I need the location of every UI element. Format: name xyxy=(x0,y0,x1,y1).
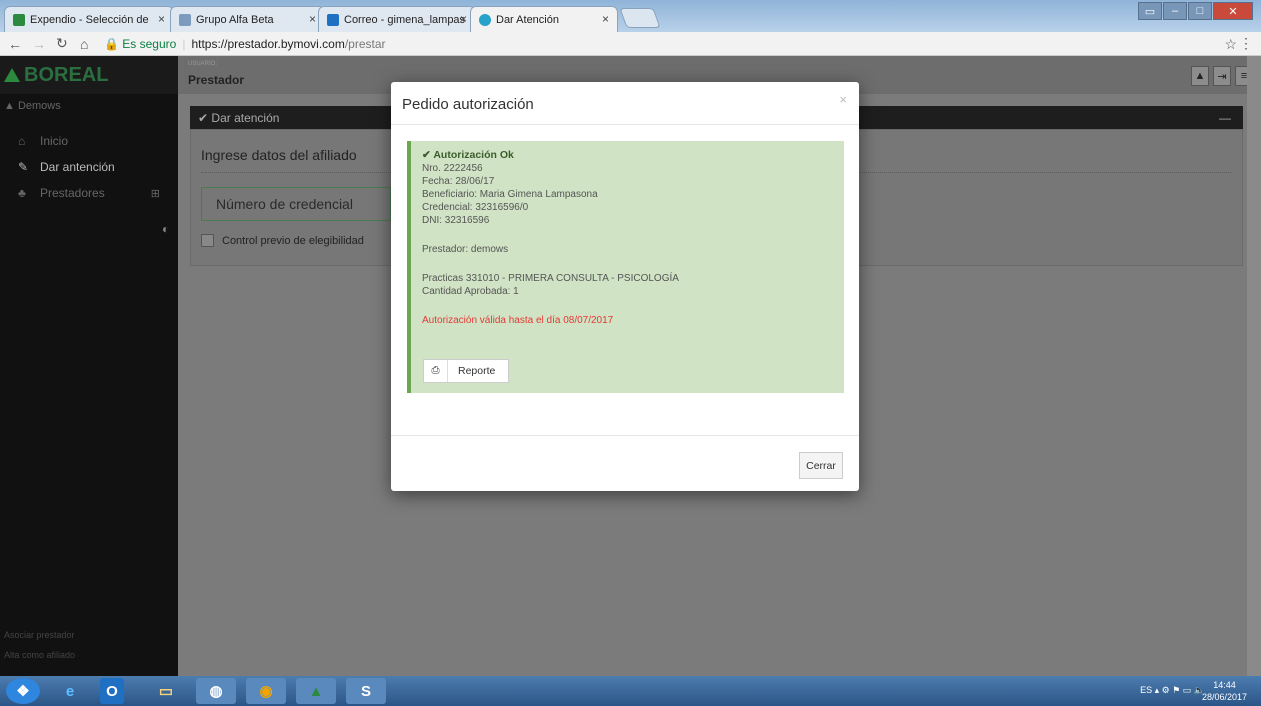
cantidad: Cantidad Aprobada: 1 xyxy=(422,286,519,297)
sidebar-item-dar-atencion[interactable]: ✎ Dar antención xyxy=(0,154,178,180)
report-button[interactable]: ⎙ Reporte xyxy=(423,359,509,383)
practicas: Practicas 331010 - PRIMERA CONSULTA - PS… xyxy=(422,273,679,284)
address-bar: ← → ↻ ⌂ 🔒 Es seguro | https://prestador.… xyxy=(0,32,1261,56)
close-tab-icon[interactable]: × xyxy=(460,12,467,26)
skype-icon[interactable]: S xyxy=(346,678,386,704)
browser-tab[interactable]: Expendio - Selección de × xyxy=(4,6,174,32)
user-icon: ▲ xyxy=(4,100,15,112)
authorization-modal: Pedido autorización × ✔ Autorización Ok … xyxy=(391,82,859,491)
forward-icon[interactable]: → xyxy=(32,36,48,52)
sidebar-item-prestadores[interactable]: ♣ Prestadores ⊞ xyxy=(0,180,178,206)
clock[interactable]: 14:44 28/06/2017 xyxy=(1202,679,1247,703)
profile-icon[interactable]: ▲ xyxy=(1191,66,1209,86)
folder-icon[interactable]: ▭ xyxy=(146,678,186,704)
home-icon[interactable]: ⌂ xyxy=(80,36,96,52)
minimize-icon[interactable]: – xyxy=(1163,2,1187,20)
page-scrollbar[interactable] xyxy=(1247,56,1261,676)
panel-title: Ingrese datos del afiliado xyxy=(201,147,357,163)
new-tab-button[interactable] xyxy=(619,8,661,28)
logout-icon[interactable]: ⇥ xyxy=(1213,66,1231,86)
dni: DNI: 32316596 xyxy=(422,215,490,226)
modal-footer xyxy=(391,435,859,436)
sidebar-footer-link[interactable]: Asociar prestador xyxy=(4,630,75,640)
browser-tab-active[interactable]: Dar Atención × xyxy=(470,6,618,32)
chrome-icon[interactable]: ◉ xyxy=(246,678,286,704)
prestador: Prestador: demows xyxy=(422,244,509,255)
auth-number: Nro. 2222456 xyxy=(422,163,483,174)
close-button[interactable]: Cerrar xyxy=(799,452,843,479)
sidebar-user: ▲ Demows xyxy=(4,100,61,112)
credential: Credencial: 32316596/0 xyxy=(422,202,529,213)
close-tab-icon[interactable]: × xyxy=(309,12,316,26)
outlook-favicon-icon xyxy=(327,13,339,26)
bookmark-star-icon[interactable]: ☆ xyxy=(1224,36,1237,53)
window-controls: ▭ – □ ✕ xyxy=(1137,2,1253,20)
sidebar: BOREAL ▲ Demows ⌂ Inicio ✎ Dar antención… xyxy=(0,56,178,676)
minimize-panel-icon[interactable]: — xyxy=(1219,111,1231,125)
system-tray[interactable]: ES ▴ ⚙ ⚑ ▭ 🔈 xyxy=(1140,685,1205,696)
reload-icon[interactable]: ↻ xyxy=(56,35,72,52)
checkbox-box[interactable] xyxy=(201,234,214,247)
sidebar-item-inicio[interactable]: ⌂ Inicio xyxy=(0,128,178,154)
back-icon[interactable]: ← xyxy=(8,36,24,52)
edit-icon: ✎ xyxy=(18,160,29,174)
eligibility-checkbox[interactable]: Control previo de elegibilidad xyxy=(201,234,364,247)
users-icon: ♣ xyxy=(18,186,26,200)
thunderbird-icon[interactable]: ◍ xyxy=(196,678,236,704)
start-icon[interactable]: ❖ xyxy=(6,678,40,704)
auth-date: Fecha: 28/06/17 xyxy=(422,176,495,187)
url-field[interactable]: https://prestador.bymovi.com/prestar xyxy=(191,37,385,51)
boreal-app-icon[interactable]: ▲ xyxy=(296,678,336,704)
close-tab-icon[interactable]: × xyxy=(158,12,165,26)
credential-input[interactable]: Número de credencial xyxy=(201,187,391,221)
boreal-favicon-icon xyxy=(13,13,25,26)
browser-tab-bar: Expendio - Selección de × Grupo Alfa Bet… xyxy=(0,0,1261,32)
print-icon: ⎙ xyxy=(424,360,448,382)
sidebar-footer-link[interactable]: Alta como afiliado xyxy=(4,650,75,660)
close-window-icon[interactable]: ✕ xyxy=(1213,2,1253,20)
success-alert: ✔ Autorización Ok Nro. 2222456 Fecha: 28… xyxy=(407,141,844,393)
divider: | xyxy=(182,36,186,51)
beneficiary: Beneficiario: Maria Gimena Lampasona xyxy=(422,189,598,200)
close-tab-icon[interactable]: × xyxy=(602,12,609,26)
app-favicon-icon xyxy=(479,13,491,26)
taskbar: ❖ e O ▭ ◍ ◉ ▲ S ES ▴ ⚙ ⚑ ▭ 🔈 14:44 28/06… xyxy=(0,676,1261,706)
restore-icon[interactable]: ▭ xyxy=(1138,2,1162,20)
group-favicon-icon xyxy=(179,13,191,26)
expand-icon[interactable]: ⊞ xyxy=(151,187,160,200)
secure-indicator[interactable]: 🔒 Es seguro xyxy=(104,37,176,51)
status-line: ✔ Autorización Ok xyxy=(422,149,514,161)
logo[interactable]: BOREAL xyxy=(0,56,178,94)
tree-logo-icon xyxy=(4,68,20,82)
modal-header: Pedido autorización × xyxy=(391,82,859,125)
close-icon[interactable]: × xyxy=(839,92,847,107)
check-icon: ✔ xyxy=(198,110,209,125)
maximize-icon[interactable]: □ xyxy=(1188,2,1212,20)
outlook-icon[interactable]: O xyxy=(100,678,124,704)
menu-kebab-icon[interactable]: ⋮ xyxy=(1239,35,1253,52)
validity-note: Autorización válida hasta el día 08/07/2… xyxy=(422,315,614,326)
browser-tab[interactable]: Correo - gimena_lampas × xyxy=(318,6,476,32)
modal-title: Pedido autorización xyxy=(402,96,534,113)
user-name: Prestador xyxy=(188,73,245,87)
home-icon: ⌂ xyxy=(18,134,26,148)
browser-tab[interactable]: Grupo Alfa Beta × xyxy=(170,6,325,32)
ie-icon[interactable]: e xyxy=(50,678,90,704)
collapse-sidebar-icon[interactable]: ◐ xyxy=(162,222,169,236)
